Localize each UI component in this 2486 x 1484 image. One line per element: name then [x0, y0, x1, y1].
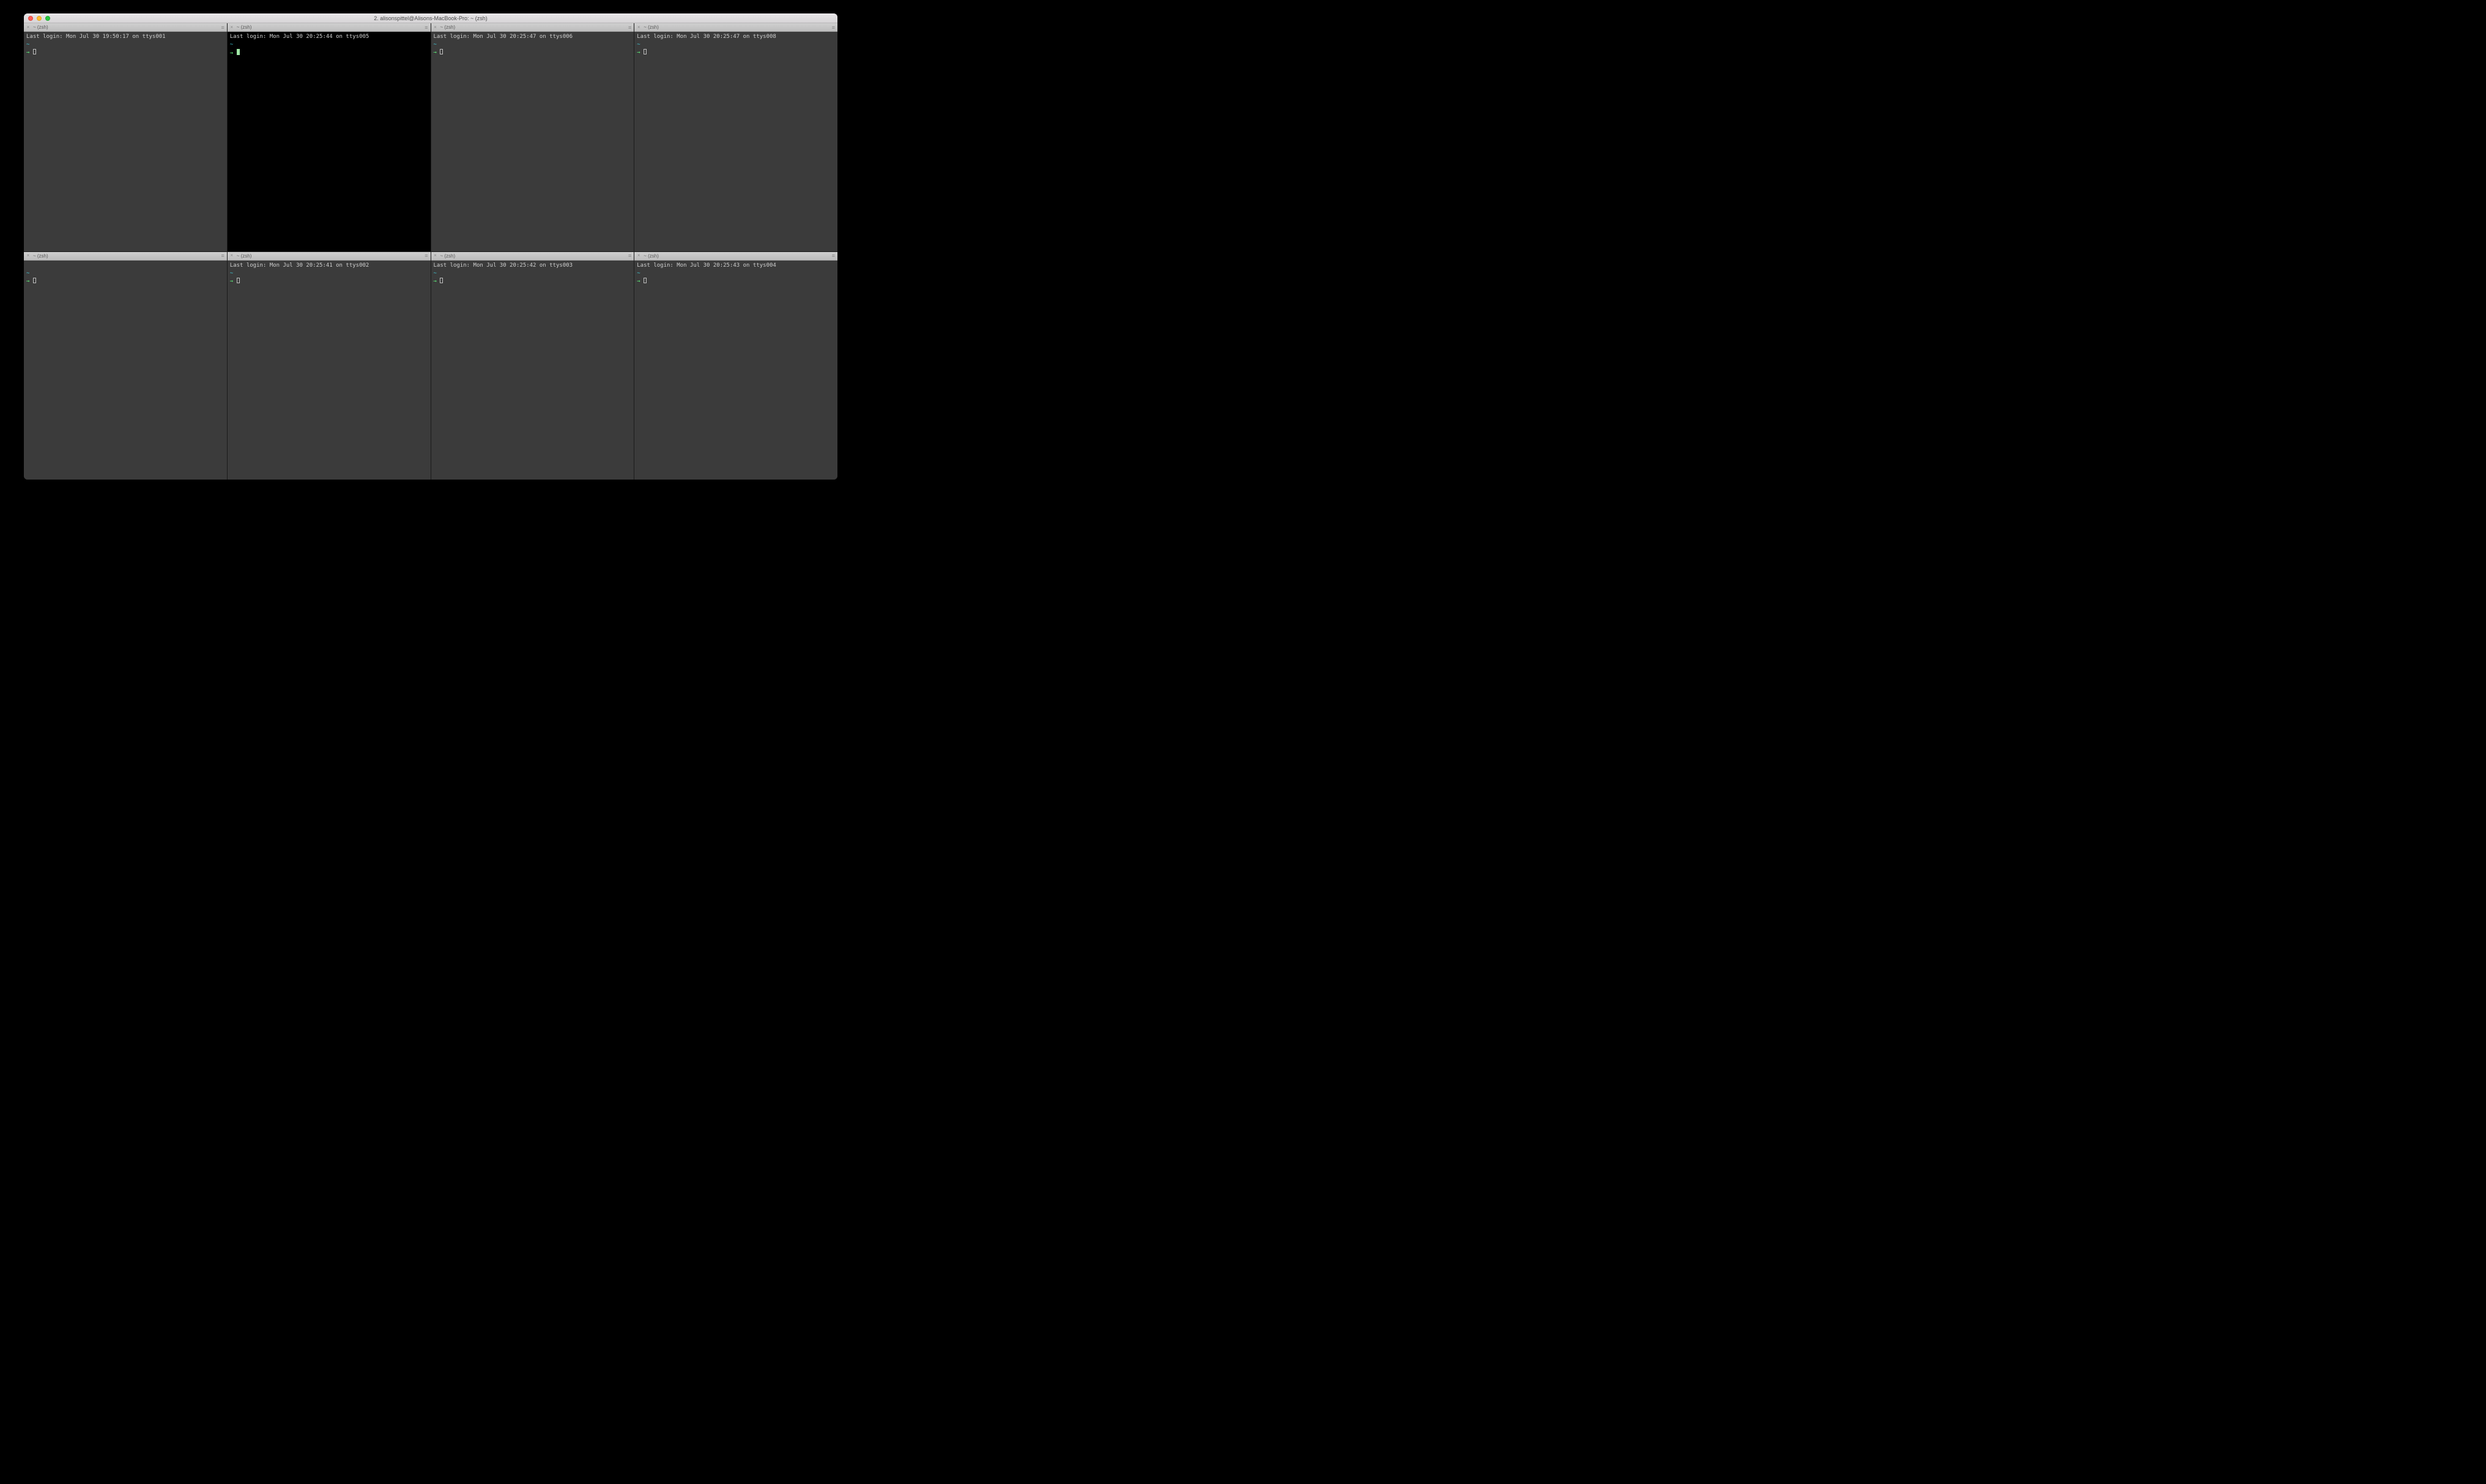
- tab-label[interactable]: ~ (zsh): [237, 253, 252, 259]
- close-tab-icon[interactable]: ×: [433, 253, 438, 258]
- tab-menu-icon[interactable]: ≡: [221, 253, 224, 259]
- tab-strip: × ~ (zsh) ≡: [634, 252, 837, 261]
- terminal-body[interactable]: Last login: Mon Jul 30 19:50:17 on ttys0…: [24, 32, 227, 251]
- tab-strip: × ~ (zsh) ≡: [634, 23, 837, 32]
- login-line: Last login: Mon Jul 30 20:25:44 on ttys0…: [230, 34, 369, 40]
- tab-menu-icon[interactable]: ≡: [425, 24, 428, 31]
- login-line: Last login: Mon Jul 30 20:25:42 on ttys0…: [434, 262, 573, 269]
- cursor-icon: [33, 278, 36, 283]
- prompt-arrow: →: [637, 50, 640, 56]
- cursor-icon: [644, 49, 647, 54]
- close-tab-icon[interactable]: ×: [433, 25, 438, 30]
- terminal-window: 2. alisonspittel@Alisons-MacBook-Pro: ~ …: [24, 13, 837, 480]
- terminal-body[interactable]: Last login: Mon Jul 30 20:25:41 on ttys0…: [228, 261, 431, 480]
- cursor-icon: [237, 49, 240, 55]
- prompt-tilde: ~: [26, 270, 29, 276]
- terminal-pane[interactable]: × ~ (zsh) ≡ Last login: Mon Jul 30 20:25…: [431, 23, 634, 251]
- login-line: Last login: Mon Jul 30 20:25:47 on ttys0…: [637, 34, 776, 40]
- tab-label[interactable]: ~ (zsh): [440, 253, 456, 259]
- zoom-icon[interactable]: [45, 16, 50, 21]
- tab-menu-icon[interactable]: ≡: [221, 24, 224, 31]
- terminal-body[interactable]: Last login: Mon Jul 30 20:25:43 on ttys0…: [634, 261, 837, 480]
- tab-strip: × ~ (zsh) ≡: [228, 252, 431, 261]
- terminal-body[interactable]: Last login: Mon Jul 30 20:25:42 on ttys0…: [431, 261, 634, 480]
- terminal-body[interactable]: ~ →: [24, 261, 227, 480]
- tab-label[interactable]: ~ (zsh): [644, 253, 659, 259]
- tab-strip: × ~ (zsh) ≡: [431, 252, 634, 261]
- tab-label[interactable]: ~ (zsh): [644, 24, 659, 30]
- terminal-pane-active[interactable]: × ~ (zsh) ≡ Last login: Mon Jul 30 20:25…: [228, 23, 431, 251]
- cursor-icon: [440, 278, 443, 283]
- prompt-tilde: ~: [26, 42, 29, 48]
- prompt-tilde: ~: [637, 42, 640, 48]
- tab-strip: × ~ (zsh) ≡: [24, 252, 227, 261]
- close-tab-icon[interactable]: ×: [26, 25, 31, 30]
- tab-strip: × ~ (zsh) ≡: [228, 23, 431, 32]
- prompt-arrow: →: [434, 50, 437, 56]
- tab-menu-icon[interactable]: ≡: [425, 253, 428, 259]
- terminal-pane[interactable]: × ~ (zsh) ≡ Last login: Mon Jul 30 20:25…: [431, 252, 634, 480]
- prompt-arrow: →: [434, 278, 437, 284]
- cursor-icon: [33, 49, 36, 54]
- prompt-tilde: ~: [434, 270, 437, 276]
- close-tab-icon[interactable]: ×: [636, 253, 641, 258]
- pane-grid: × ~ (zsh) ≡ Last login: Mon Jul 30 19:50…: [24, 23, 837, 480]
- terminal-pane[interactable]: × ~ (zsh) ≡ ~ →: [24, 252, 227, 480]
- tab-menu-icon[interactable]: ≡: [628, 24, 631, 31]
- prompt-tilde: ~: [434, 42, 437, 48]
- close-tab-icon[interactable]: ×: [229, 25, 234, 30]
- tab-label[interactable]: ~ (zsh): [33, 24, 48, 30]
- terminal-body[interactable]: Last login: Mon Jul 30 20:25:44 on ttys0…: [228, 32, 431, 251]
- close-tab-icon[interactable]: ×: [229, 253, 234, 258]
- terminal-body[interactable]: Last login: Mon Jul 30 20:25:47 on ttys0…: [634, 32, 837, 251]
- prompt-tilde: ~: [230, 42, 233, 48]
- terminal-pane[interactable]: × ~ (zsh) ≡ Last login: Mon Jul 30 20:25…: [634, 252, 837, 480]
- login-line: Last login: Mon Jul 30 20:25:43 on ttys0…: [637, 262, 776, 269]
- minimize-icon[interactable]: [37, 16, 42, 21]
- cursor-icon: [237, 278, 240, 283]
- cursor-icon: [440, 49, 443, 54]
- prompt-arrow: →: [230, 50, 233, 56]
- tab-label[interactable]: ~ (zsh): [440, 24, 456, 30]
- prompt-tilde: ~: [637, 270, 640, 276]
- window-titlebar[interactable]: 2. alisonspittel@Alisons-MacBook-Pro: ~ …: [24, 13, 837, 23]
- tab-menu-icon[interactable]: ≡: [628, 253, 631, 259]
- terminal-pane[interactable]: × ~ (zsh) ≡ Last login: Mon Jul 30 20:25…: [228, 252, 431, 480]
- tab-strip: × ~ (zsh) ≡: [431, 23, 634, 32]
- tab-label[interactable]: ~ (zsh): [237, 24, 252, 30]
- cursor-icon: [644, 278, 647, 283]
- prompt-arrow: →: [26, 278, 29, 284]
- close-tab-icon[interactable]: ×: [26, 253, 31, 258]
- prompt-arrow: →: [637, 278, 640, 284]
- window-title: 2. alisonspittel@Alisons-MacBook-Pro: ~ …: [24, 15, 837, 21]
- prompt-tilde: ~: [230, 270, 233, 276]
- terminal-body[interactable]: Last login: Mon Jul 30 20:25:47 on ttys0…: [431, 32, 634, 251]
- prompt-arrow: →: [26, 50, 29, 56]
- close-tab-icon[interactable]: ×: [636, 25, 641, 30]
- prompt-arrow: →: [230, 278, 233, 284]
- terminal-pane[interactable]: × ~ (zsh) ≡ Last login: Mon Jul 30 20:25…: [634, 23, 837, 251]
- login-line: Last login: Mon Jul 30 20:25:41 on ttys0…: [230, 262, 369, 269]
- close-icon[interactable]: [28, 16, 33, 21]
- tab-label[interactable]: ~ (zsh): [33, 253, 48, 259]
- traffic-lights: [24, 16, 50, 21]
- terminal-pane[interactable]: × ~ (zsh) ≡ Last login: Mon Jul 30 19:50…: [24, 23, 227, 251]
- tab-menu-icon[interactable]: ≡: [832, 24, 835, 31]
- login-line: Last login: Mon Jul 30 20:25:47 on ttys0…: [434, 34, 573, 40]
- tab-menu-icon[interactable]: ≡: [832, 253, 835, 259]
- login-line: Last login: Mon Jul 30 19:50:17 on ttys0…: [26, 34, 166, 40]
- tab-strip: × ~ (zsh) ≡: [24, 23, 227, 32]
